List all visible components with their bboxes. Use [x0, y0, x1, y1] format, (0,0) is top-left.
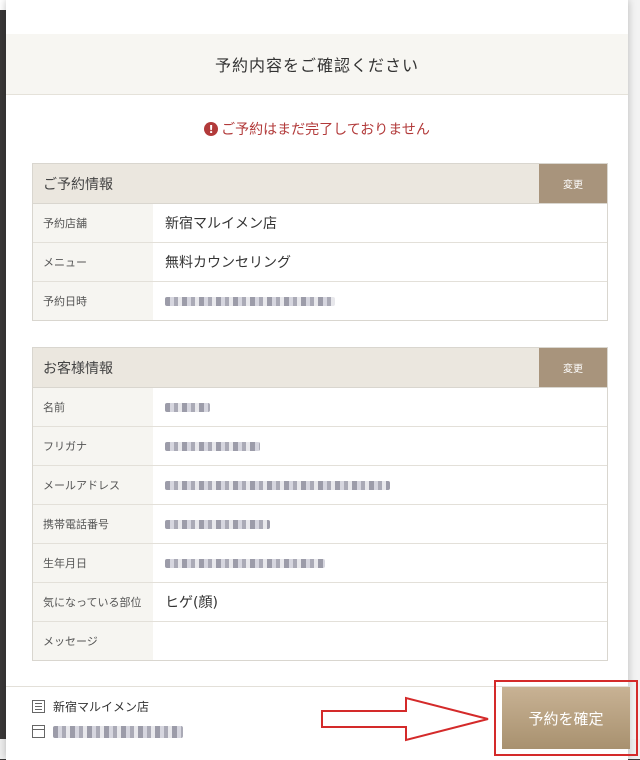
row-label: メッセージ	[33, 622, 153, 660]
redacted-email	[165, 480, 390, 490]
footer-datetime	[32, 725, 183, 738]
change-customer-button[interactable]: 変更	[539, 348, 607, 387]
reservation-info-section: ご予約情報 変更 予約店舗 新宿マルイメン店 メニュー 無料カウンセリング 予約…	[32, 163, 608, 321]
row-value-redacted	[153, 466, 607, 504]
row-value: ヒゲ(顔)	[165, 595, 218, 611]
table-row: フリガナ	[33, 427, 607, 466]
table-row: 気になっている部位 ヒゲ(顔)	[33, 583, 607, 622]
table-row: 携帯電話番号	[33, 505, 607, 544]
section-header: お客様情報 変更	[33, 348, 607, 388]
redacted-datetime	[165, 296, 335, 306]
change-reservation-button[interactable]: 変更	[539, 164, 607, 203]
footer-shop-name: 新宿マルイメン店	[53, 700, 150, 714]
table-row: メニュー 無料カウンセリング	[33, 243, 607, 282]
section-title: お客様情報	[43, 360, 113, 377]
confirm-modal: 予約内容をご確認ください ! ご予約はまだ完了しておりません ご予約情報 変更 …	[6, 0, 628, 760]
modal-header: 予約内容をご確認ください	[6, 0, 628, 95]
customer-info-section: お客様情報 変更 名前 フリガナ メールアドレス 携帯電話番号 生年月日 気にな…	[32, 347, 608, 661]
row-label: 名前	[33, 388, 153, 426]
row-label: 気になっている部位	[33, 583, 153, 621]
section-title: ご予約情報	[43, 176, 113, 193]
row-value: 無料カウンセリング	[165, 255, 291, 271]
row-value-redacted	[153, 544, 607, 582]
row-label: フリガナ	[33, 427, 153, 465]
table-row: 予約日時	[33, 282, 607, 320]
red-arrow-icon	[321, 696, 489, 742]
row-value: 新宿マルイメン店	[165, 216, 277, 232]
redacted-phone	[165, 519, 270, 529]
row-label: メニュー	[33, 243, 153, 281]
row-label: 予約店舗	[33, 204, 153, 242]
redacted-footer-datetime	[53, 725, 183, 738]
row-value-redacted	[153, 388, 607, 426]
table-row: 生年月日	[33, 544, 607, 583]
redacted-name	[165, 402, 210, 412]
row-label: 携帯電話番号	[33, 505, 153, 543]
table-row: 予約店舗 新宿マルイメン店	[33, 204, 607, 243]
row-value-redacted	[153, 505, 607, 543]
modal-title: 予約内容をご確認ください	[214, 56, 419, 75]
row-value	[153, 622, 607, 660]
calendar-icon	[32, 725, 45, 738]
confirm-reservation-button[interactable]: 予約を確定	[502, 687, 630, 749]
redacted-birthdate	[165, 558, 325, 568]
footer-shop: 新宿マルイメン店	[32, 698, 149, 715]
table-row: 名前	[33, 388, 607, 427]
table-row: メールアドレス	[33, 466, 607, 505]
redacted-furigana	[165, 441, 260, 451]
confirm-highlight-box: 予約を確定	[494, 680, 638, 756]
row-value-redacted	[153, 282, 607, 320]
exclamation-circle-icon: !	[204, 122, 219, 136]
table-row: メッセージ	[33, 622, 607, 660]
row-value-redacted	[153, 427, 607, 465]
section-header: ご予約情報 変更	[33, 164, 607, 204]
row-label: 予約日時	[33, 282, 153, 320]
shop-icon	[32, 700, 45, 713]
incomplete-warning: ! ご予約はまだ完了しておりません	[6, 119, 628, 139]
warning-text: ご予約はまだ完了しておりません	[221, 122, 430, 138]
row-label: メールアドレス	[33, 466, 153, 504]
row-label: 生年月日	[33, 544, 153, 582]
